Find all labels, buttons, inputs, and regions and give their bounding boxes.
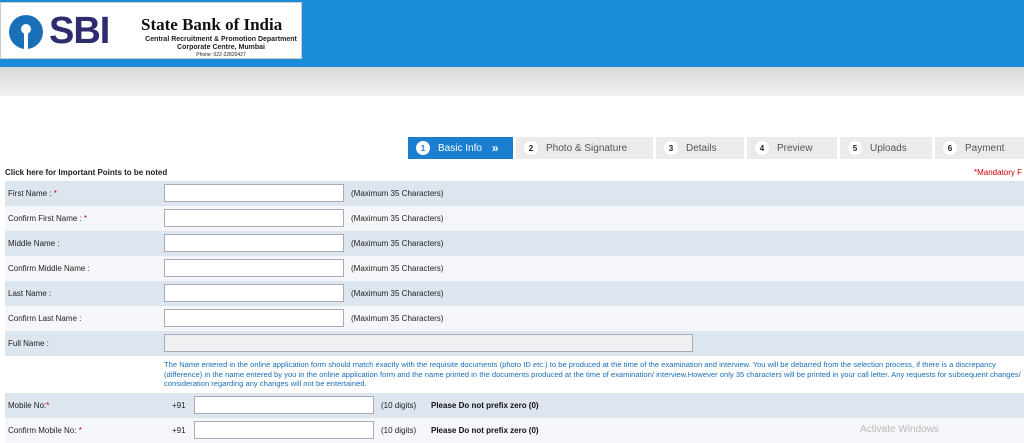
confirm-first-name-row: Confirm First Name : * (Maximum 35 Chara… bbox=[5, 206, 1024, 231]
step-label: Preview bbox=[777, 142, 813, 154]
double-chevron-icon: » bbox=[491, 141, 499, 155]
confirm-first-name-hint: (Maximum 35 Characters) bbox=[351, 214, 444, 223]
first-name-input[interactable] bbox=[164, 184, 344, 202]
centre-name: Corporate Centre, Mumbai bbox=[177, 44, 265, 51]
confirm-middle-name-input[interactable] bbox=[164, 259, 344, 277]
confirm-middle-name-row: Confirm Middle Name : (Maximum 35 Charac… bbox=[5, 256, 1024, 281]
mobile-input[interactable] bbox=[194, 396, 374, 414]
country-code: +91 bbox=[172, 401, 186, 410]
confirm-mobile-label: Confirm Mobile No: * bbox=[8, 426, 82, 435]
step-uploads[interactable]: 5 Uploads bbox=[840, 137, 932, 159]
full-name-field bbox=[164, 334, 693, 352]
middle-name-hint: (Maximum 35 Characters) bbox=[351, 239, 444, 248]
step-number: 1 bbox=[416, 141, 430, 155]
logo-text: SBI bbox=[49, 10, 110, 52]
step-number: 4 bbox=[755, 141, 769, 155]
department-name: Central Recruitment & Promotion Departme… bbox=[145, 36, 297, 43]
step-details[interactable]: 3 Details bbox=[656, 137, 744, 159]
step-number: 2 bbox=[524, 141, 538, 155]
mandatory-fields-note: *Mandatory F bbox=[974, 168, 1023, 177]
sbi-keyhole-icon bbox=[9, 15, 43, 49]
step-basic-info[interactable]: 1 Basic Info » bbox=[408, 137, 513, 159]
full-name-label: Full Name : bbox=[8, 339, 49, 348]
confirm-middle-name-hint: (Maximum 35 Characters) bbox=[351, 264, 444, 273]
last-name-hint: (Maximum 35 Characters) bbox=[351, 289, 444, 298]
mobile-label: Mobile No:* bbox=[8, 401, 50, 410]
bank-name: State Bank of India bbox=[141, 15, 283, 34]
confirm-last-name-hint: (Maximum 35 Characters) bbox=[351, 314, 444, 323]
confirm-mobile-input[interactable] bbox=[194, 421, 374, 439]
confirm-last-name-input[interactable] bbox=[164, 309, 344, 327]
nav-bar bbox=[0, 67, 1024, 96]
first-name-hint: (Maximum 35 Characters) bbox=[351, 189, 444, 198]
important-points-link[interactable]: Click here for Important Points to be no… bbox=[5, 168, 167, 177]
middle-name-row: Middle Name : (Maximum 35 Characters) bbox=[5, 231, 1024, 256]
activate-windows-watermark: Activate Windows bbox=[860, 424, 939, 435]
confirm-first-name-label: Confirm First Name : * bbox=[8, 214, 88, 223]
last-name-label: Last Name : bbox=[8, 289, 52, 298]
confirm-mobile-digits-hint: (10 digits) bbox=[381, 426, 417, 435]
step-label: Uploads bbox=[870, 142, 907, 154]
mobile-digits-hint: (10 digits) bbox=[381, 401, 417, 410]
middle-name-input[interactable] bbox=[164, 234, 344, 252]
step-label: Basic Info bbox=[438, 142, 482, 154]
step-progress: 1 Basic Info » 2 Photo & Signature 3 Det… bbox=[408, 137, 1024, 159]
step-number: 3 bbox=[664, 141, 678, 155]
full-name-row: Full Name : bbox=[5, 331, 1024, 356]
first-name-label: First Name : * bbox=[8, 189, 57, 198]
confirm-middle-name-label: Confirm Middle Name : bbox=[8, 264, 90, 273]
step-number: 6 bbox=[943, 141, 957, 155]
confirm-last-name-label: Confirm Last Name : bbox=[8, 314, 82, 323]
sbi-logo-header: SBI State Bank of India Central Recruitm… bbox=[0, 2, 302, 59]
confirm-last-name-row: Confirm Last Name : (Maximum 35 Characte… bbox=[5, 306, 1024, 331]
step-photo-signature[interactable]: 2 Photo & Signature bbox=[516, 137, 653, 159]
first-name-row: First Name : * (Maximum 35 Characters) bbox=[5, 181, 1024, 206]
step-payment[interactable]: 6 Payment bbox=[935, 137, 1024, 159]
middle-name-label: Middle Name : bbox=[8, 239, 60, 248]
confirm-mobile-zero-warning: Please Do not prefix zero (0) bbox=[431, 426, 539, 435]
name-match-note: The Name entered in the online applicati… bbox=[164, 360, 1021, 388]
mobile-row: Mobile No:* +91 (10 digits) Please Do no… bbox=[5, 393, 1024, 418]
last-name-row: Last Name : (Maximum 35 Characters) bbox=[5, 281, 1024, 306]
step-number: 5 bbox=[848, 141, 862, 155]
confirm-first-name-input[interactable] bbox=[164, 209, 344, 227]
country-code: +91 bbox=[172, 426, 186, 435]
step-preview[interactable]: 4 Preview bbox=[747, 137, 837, 159]
step-label: Payment bbox=[965, 142, 1005, 154]
phone-number: Phone: 022-22820427 bbox=[196, 52, 246, 58]
step-label: Details bbox=[686, 142, 717, 154]
mobile-zero-warning: Please Do not prefix zero (0) bbox=[431, 401, 539, 410]
step-label: Photo & Signature bbox=[546, 142, 628, 154]
last-name-input[interactable] bbox=[164, 284, 344, 302]
